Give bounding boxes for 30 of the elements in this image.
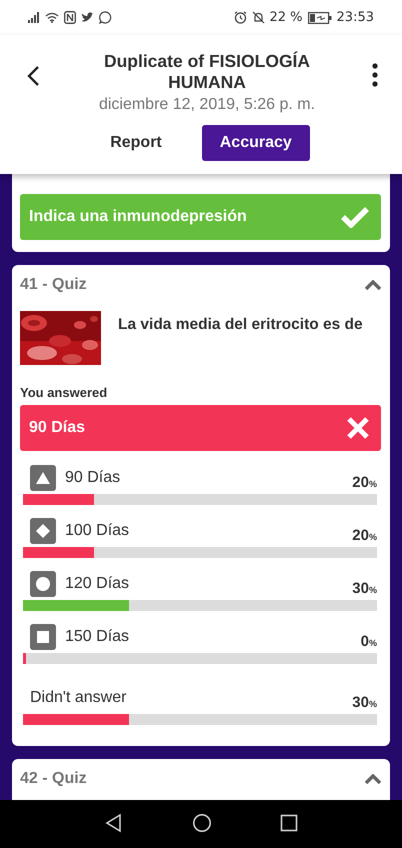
quiz-title: Duplicate of FISIOLOGÍA HUMANA xyxy=(102,51,312,93)
chevron-up-icon[interactable] xyxy=(365,280,381,290)
option-label: 100 Días xyxy=(65,522,130,540)
option-label: 90 Días xyxy=(65,469,120,487)
tab[interactable]: Report xyxy=(92,125,180,161)
question-heading: 41 - Quiz xyxy=(20,276,87,294)
option-label: 120 Días xyxy=(65,575,130,593)
battery-icon xyxy=(308,12,332,24)
answer-text: Indica una inmunodepresión xyxy=(29,208,247,226)
nfc-icon xyxy=(64,11,76,24)
muted-bell-icon xyxy=(252,11,264,24)
bird-icon xyxy=(81,12,94,23)
recents-nav-button[interactable] xyxy=(280,814,298,834)
chevron-up-icon[interactable] xyxy=(365,774,381,784)
question-text: La vida media del eritrocito es de xyxy=(118,316,363,334)
tab[interactable]: Accuracy xyxy=(202,125,310,161)
alarm-icon xyxy=(234,11,246,24)
wifi-icon xyxy=(45,12,59,23)
clock-time: 23:53 xyxy=(336,10,374,25)
answer-text: 90 Días xyxy=(29,419,86,437)
square-icon xyxy=(30,624,56,650)
signal-icon xyxy=(28,12,40,23)
option-label: 150 Días xyxy=(65,628,130,646)
quiz-date: diciembre 12, 2019, 5:26 p. m. xyxy=(98,96,316,114)
back-nav-button[interactable] xyxy=(104,812,124,836)
option-label: Didn't answer xyxy=(30,689,126,707)
chat-bubble-icon xyxy=(99,11,112,24)
battery-percent: 22 % xyxy=(270,10,303,25)
answered-label: You answered xyxy=(20,385,108,400)
question-heading: 42 - Quiz xyxy=(20,770,87,788)
